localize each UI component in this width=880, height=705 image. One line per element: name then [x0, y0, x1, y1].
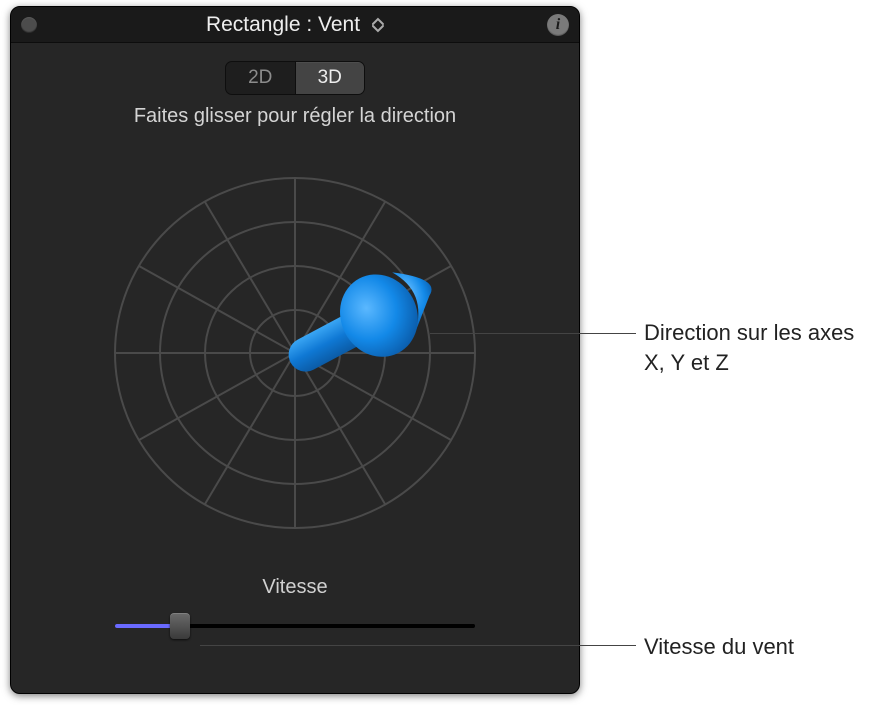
chevron-down-icon — [372, 25, 384, 33]
direction-dial-svg — [100, 158, 490, 548]
chevron-up-icon — [372, 17, 384, 25]
panel-title-label: Rectangle : Vent — [206, 13, 360, 37]
direction-dial[interactable] — [11, 158, 579, 548]
mode-2d-button[interactable]: 2D — [226, 62, 295, 94]
callout-line-speed — [200, 645, 636, 646]
panel-title[interactable]: Rectangle : Vent — [206, 13, 384, 37]
callout-line-direction — [430, 333, 636, 334]
slider-thumb[interactable] — [170, 613, 190, 639]
info-icon[interactable]: i — [547, 14, 569, 36]
mode-3d-button[interactable]: 3D — [295, 62, 365, 94]
close-icon[interactable] — [21, 17, 37, 33]
title-stepper[interactable] — [372, 17, 384, 33]
callout-direction: Direction sur les axes X, Y et Z — [644, 318, 864, 377]
titlebar: Rectangle : Vent i — [11, 7, 579, 43]
speed-label: Vitesse — [11, 576, 579, 599]
mode-segmented-control[interactable]: 2D 3D — [225, 61, 365, 95]
hud-panel: Rectangle : Vent i 2D 3D Faites glisser … — [10, 6, 580, 694]
instruction-text: Faites glisser pour régler la direction — [11, 105, 579, 128]
speed-slider[interactable] — [115, 611, 475, 641]
direction-arrow[interactable] — [271, 251, 451, 400]
callout-speed: Vitesse du vent — [644, 632, 794, 662]
